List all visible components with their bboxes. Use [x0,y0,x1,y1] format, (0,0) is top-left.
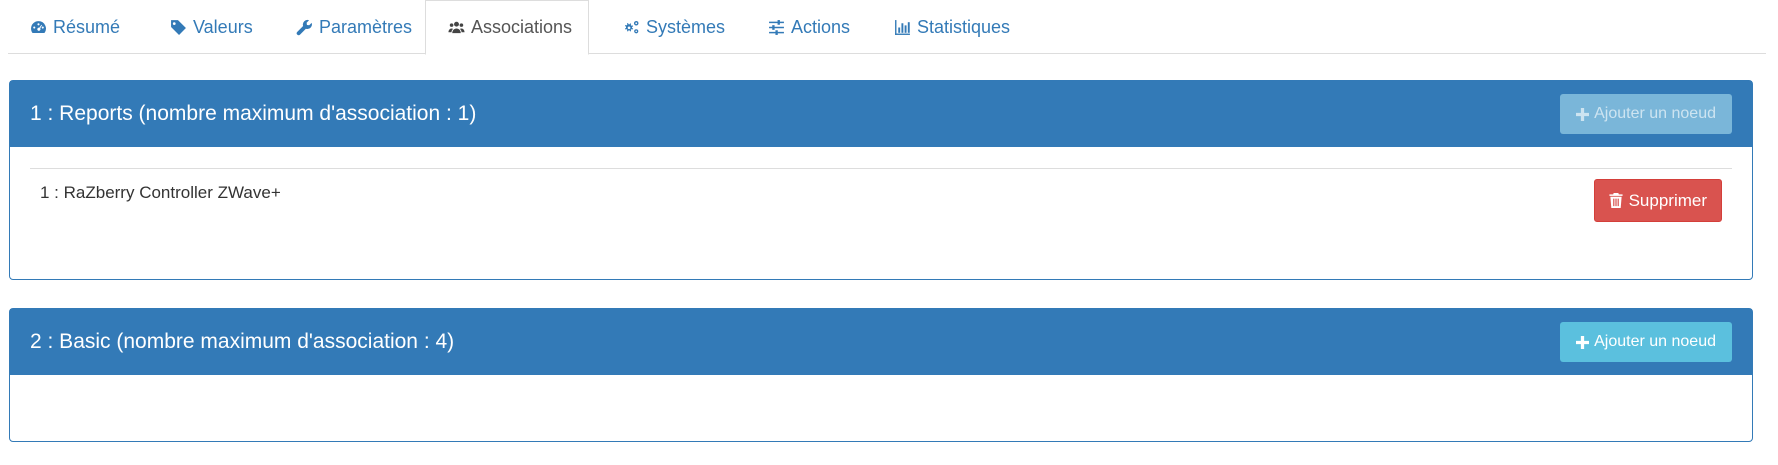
add-node-button[interactable]: Ajouter un noeud [1560,322,1732,362]
list-item: 1 : RaZberry Controller ZWave+ Supprimer [30,168,1732,224]
trash-icon [1609,193,1623,208]
add-node-label: Ajouter un noeud [1594,105,1716,122]
wrench-icon [296,19,312,35]
group-title: 2 : Basic (nombre maximum d'association … [30,330,455,353]
tab-systemes[interactable]: Systèmes [601,0,747,54]
dashboard-icon [31,20,46,33]
association-group-2: 2 : Basic (nombre maximum d'association … [9,308,1753,442]
plus-icon [1576,335,1590,349]
tab-label: Paramètres [319,16,413,37]
plus-icon [1576,107,1590,121]
tag-icon [171,19,186,35]
tab-label: Associations [471,17,573,37]
tab-actions[interactable]: Actions [746,0,872,54]
cogs-icon [624,20,639,33]
tab-label: Actions [791,16,851,37]
panel-heading: 2 : Basic (nombre maximum d'association … [10,309,1752,375]
tab-resume[interactable]: Résumé [8,0,142,54]
panel-heading: 1 : Reports (nombre maximum d'associatio… [10,81,1752,147]
tab-statistiques[interactable]: Statistiques [872,0,1032,54]
tab-label: Valeurs [193,16,253,37]
node-label: 1 : RaZberry Controller ZWave+ [40,183,281,202]
delete-node-button[interactable]: Supprimer [1593,179,1722,222]
association-group-1: 1 : Reports (nombre maximum d'associatio… [9,80,1753,280]
panel-body [10,375,1752,441]
tab-label: Résumé [53,16,121,37]
panel-body: 1 : RaZberry Controller ZWave+ Supprimer [10,147,1752,279]
add-node-label: Ajouter un noeud [1594,333,1716,350]
group-title: 1 : Reports (nombre maximum d'associatio… [30,102,477,125]
tab-label: Systèmes [646,16,726,37]
add-node-button[interactable]: Ajouter un noeud [1560,94,1732,134]
bar-chart-icon [895,19,910,35]
tab-associations[interactable]: Associations [425,0,589,55]
tab-label: Statistiques [917,16,1011,37]
nav-tabs: Résumé Valeurs Paramètres Associations S… [8,0,1766,55]
sliders-icon [769,19,784,35]
delete-label: Supprimer [1628,190,1707,210]
users-icon [448,21,465,34]
tab-parametres[interactable]: Paramètres [274,0,434,54]
tab-valeurs[interactable]: Valeurs [148,0,275,54]
